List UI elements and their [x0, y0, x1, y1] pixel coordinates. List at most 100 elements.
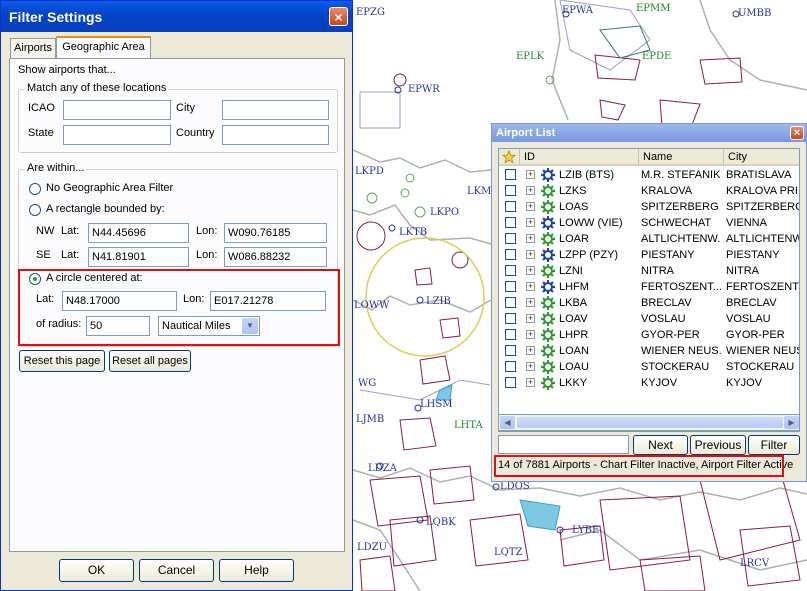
- table-row[interactable]: + LOAR ALTLICHTENW... ALTLICHTENWA: [499, 231, 799, 247]
- expand-icon[interactable]: +: [526, 362, 535, 371]
- airport-city: VOSLAU: [726, 313, 771, 325]
- table-row[interactable]: + LHPR GYOR-PER GYOR-PER: [499, 327, 799, 343]
- rectangle-radio[interactable]: [29, 204, 41, 216]
- close-icon[interactable]: ×: [790, 126, 804, 140]
- airport-city: BRECLAV: [726, 297, 777, 309]
- country-label: Country: [176, 127, 215, 139]
- row-checkbox[interactable]: [505, 185, 516, 196]
- table-row[interactable]: + LKBA BRECLAV BRECLAV: [499, 295, 799, 311]
- horizontal-scrollbar[interactable]: ◀ ▶: [498, 414, 800, 431]
- airport-id: LHPR: [559, 329, 589, 341]
- nw-lat-input[interactable]: N44.45696: [88, 223, 189, 243]
- tab-geographic-area[interactable]: Geographic Area: [56, 36, 151, 59]
- expand-icon[interactable]: +: [526, 298, 535, 307]
- expand-icon[interactable]: +: [526, 250, 535, 259]
- rectangle-label[interactable]: A rectangle bounded by:: [46, 203, 165, 215]
- row-checkbox[interactable]: [505, 345, 516, 356]
- row-checkbox[interactable]: [505, 201, 516, 212]
- row-checkbox[interactable]: [505, 313, 516, 324]
- reset-page-button[interactable]: Reset this page: [19, 350, 105, 372]
- expand-icon[interactable]: +: [526, 186, 535, 195]
- row-checkbox[interactable]: [505, 297, 516, 308]
- se-lon-input[interactable]: W086.88232: [224, 247, 327, 267]
- row-checkbox[interactable]: [505, 169, 516, 180]
- expand-icon[interactable]: +: [526, 378, 535, 387]
- no-filter-radio[interactable]: [29, 183, 41, 195]
- airport-city: ALTLICHTENWA: [726, 233, 799, 245]
- expand-icon[interactable]: +: [526, 202, 535, 211]
- reset-all-button[interactable]: Reset all pages: [109, 350, 191, 372]
- nw-lon-input[interactable]: W090.76185: [224, 223, 327, 243]
- name-column-header[interactable]: Name: [639, 149, 724, 166]
- city-input[interactable]: [222, 100, 329, 120]
- table-row[interactable]: + LOWW (VIE) SCHWECHAT VIENNA: [499, 215, 799, 231]
- scroll-right-icon[interactable]: ▶: [784, 416, 799, 429]
- se-lon-label: Lon:: [196, 249, 218, 261]
- expand-icon[interactable]: +: [526, 282, 535, 291]
- map-label-ldzu: LDZU: [357, 542, 388, 553]
- se-lat-input[interactable]: N41.81901: [88, 247, 189, 267]
- airport-icon: [541, 184, 555, 198]
- expand-icon[interactable]: +: [526, 234, 535, 243]
- next-button[interactable]: Next: [633, 435, 688, 455]
- table-row[interactable]: + LHFM FERTOSZENT... FERTOSZENTMI: [499, 279, 799, 295]
- map-label-lybe: LYBE: [572, 525, 600, 536]
- cancel-button[interactable]: Cancel: [139, 559, 214, 582]
- airport-icon: [541, 280, 555, 294]
- airport-list-titlebar[interactable]: Airport List ×: [492, 124, 806, 142]
- tab-airports[interactable]: Airports: [10, 38, 56, 58]
- scroll-left-icon[interactable]: ◀: [500, 416, 515, 429]
- table-row[interactable]: + LKKY KYJOV KYJOV: [499, 375, 799, 391]
- filter-button[interactable]: Filter: [748, 435, 800, 455]
- ok-button[interactable]: OK: [59, 559, 134, 582]
- row-checkbox[interactable]: [505, 265, 516, 276]
- airport-id: LZNI: [559, 265, 583, 277]
- row-checkbox[interactable]: [505, 377, 516, 388]
- expand-icon[interactable]: +: [526, 170, 535, 179]
- previous-button[interactable]: Previous: [690, 435, 746, 455]
- expand-icon[interactable]: +: [526, 346, 535, 355]
- airport-list-window: Airport List × ID Name City + LZIB (BTS) M…: [491, 123, 807, 482]
- table-row[interactable]: + LOAS SPITZERBERG SPITZERBERG: [499, 199, 799, 215]
- close-icon[interactable]: ×: [329, 7, 348, 26]
- row-checkbox[interactable]: [505, 217, 516, 228]
- state-input[interactable]: [63, 125, 171, 145]
- airport-name: VOSLAU: [641, 313, 686, 325]
- airport-id: LKBA: [559, 297, 588, 309]
- icao-input[interactable]: [63, 100, 171, 120]
- help-button[interactable]: Help: [219, 559, 294, 582]
- filter-settings-window: Filter Settings × Airports Geographic Ar…: [0, 0, 353, 591]
- id-column-header[interactable]: ID: [520, 149, 639, 166]
- row-checkbox[interactable]: [505, 233, 516, 244]
- star-column-header[interactable]: [499, 149, 520, 166]
- table-row[interactable]: + LOAV VOSLAU VOSLAU: [499, 311, 799, 327]
- airport-search-input[interactable]: [498, 435, 629, 454]
- row-checkbox[interactable]: [505, 361, 516, 372]
- airport-id: LHFM: [559, 281, 589, 293]
- airport-icon: [541, 232, 555, 246]
- table-row[interactable]: + LZPP (PZY) PIESTANY PIESTANY: [499, 247, 799, 263]
- geographic-area-panel: Show airports that... Match any of these…: [9, 58, 345, 552]
- airport-id: LOAS: [559, 201, 589, 213]
- expand-icon[interactable]: +: [526, 266, 535, 275]
- scroll-thumb[interactable]: [517, 417, 783, 428]
- filter-settings-titlebar[interactable]: Filter Settings ×: [1, 1, 352, 32]
- expand-icon[interactable]: +: [526, 218, 535, 227]
- no-filter-label[interactable]: No Geographic Area Filter: [46, 182, 173, 194]
- filter-settings-title: Filter Settings: [9, 9, 103, 25]
- map-label-epde: EPDE: [642, 51, 672, 62]
- expand-icon[interactable]: +: [526, 314, 535, 323]
- airport-name: BRECLAV: [641, 297, 692, 309]
- table-row[interactable]: + LZIB (BTS) M.R. STEFANIK BRATISLAVA: [499, 167, 799, 183]
- expand-icon[interactable]: +: [526, 330, 535, 339]
- row-checkbox[interactable]: [505, 249, 516, 260]
- table-row[interactable]: + LOAU STOCKERAU STOCKERAU: [499, 359, 799, 375]
- city-column-header[interactable]: City: [724, 149, 799, 166]
- airport-id: LOAU: [559, 361, 589, 373]
- country-input[interactable]: [222, 125, 329, 145]
- table-row[interactable]: + LZNI NITRA NITRA: [499, 263, 799, 279]
- table-row[interactable]: + LZKS KRALOVA KRALOVA PRI S: [499, 183, 799, 199]
- row-checkbox[interactable]: [505, 281, 516, 292]
- table-row[interactable]: + LOAN WIENER NEUS... WIENER NEUST: [499, 343, 799, 359]
- row-checkbox[interactable]: [505, 329, 516, 340]
